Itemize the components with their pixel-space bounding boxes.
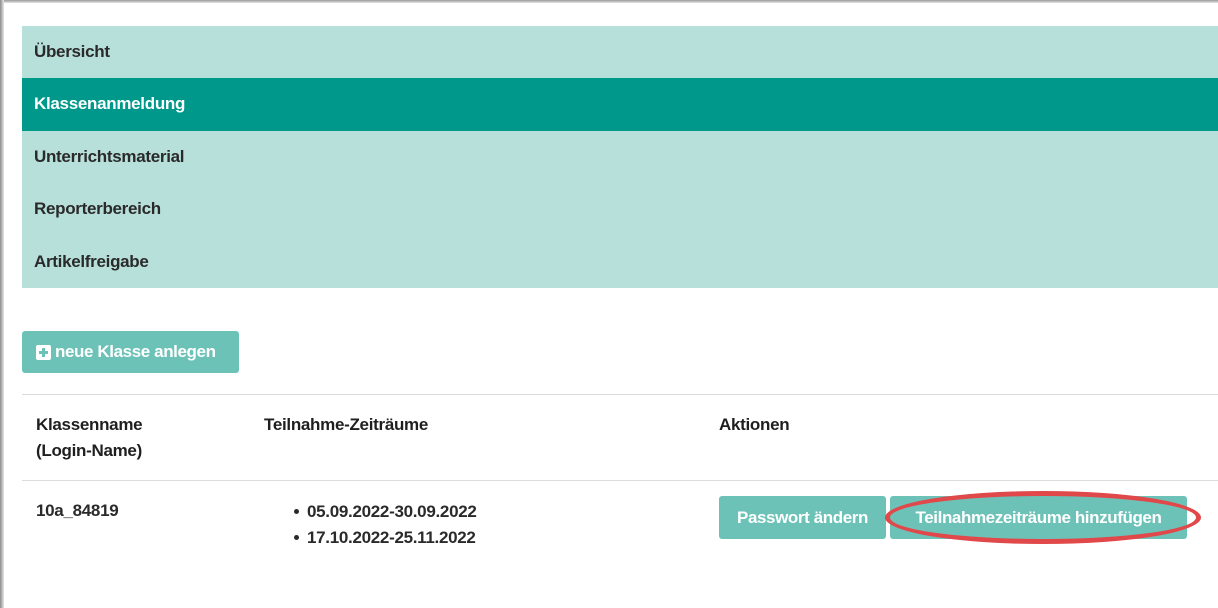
- period-item: 05.09.2022-30.09.2022: [290, 499, 477, 525]
- change-password-button[interactable]: Passwort ändern: [719, 496, 886, 539]
- table-row-class-name: 10a_84819: [36, 501, 119, 520]
- column-header-class-name: Klassenname (Login-Name): [36, 412, 143, 464]
- bullet-icon: [294, 535, 299, 540]
- nav-item-artikelfreigabe[interactable]: Artikelfreigabe: [22, 236, 1218, 288]
- screenshot-top-edge: [0, 0, 1218, 3]
- nav-item-reporterbereich[interactable]: Reporterbereich: [22, 183, 1218, 235]
- table-top-divider: [22, 394, 1218, 395]
- main-navigation: Übersicht Klassenanmeldung Unterrichtsma…: [22, 26, 1218, 288]
- plus-square-icon: [36, 344, 51, 360]
- add-class-button[interactable]: neue Klasse anlegen: [22, 331, 239, 373]
- participation-period-list: 05.09.2022-30.09.2022 17.10.2022-25.11.2…: [290, 499, 477, 551]
- period-text: 17.10.2022-25.11.2022: [307, 528, 476, 547]
- nav-item-uebersicht[interactable]: Übersicht: [22, 26, 1218, 78]
- column-header-class-name-line1: Klassenname: [36, 415, 143, 434]
- screenshot-left-edge: [0, 0, 4, 608]
- period-text: 05.09.2022-30.09.2022: [307, 502, 477, 521]
- period-item: 17.10.2022-25.11.2022: [290, 525, 477, 551]
- column-header-class-name-line2: (Login-Name): [36, 441, 142, 460]
- add-periods-button[interactable]: Teilnahmezeiträume hinzufügen: [890, 496, 1187, 539]
- table-header-divider: [22, 480, 1218, 481]
- column-header-periods: Teilnahme-Zeiträume: [264, 415, 429, 434]
- nav-item-unterrichtsmaterial[interactable]: Unterrichtsmaterial: [22, 131, 1218, 183]
- nav-item-klassenanmeldung[interactable]: Klassenanmeldung: [22, 78, 1218, 131]
- column-header-actions: Aktionen: [719, 415, 790, 434]
- add-class-label: neue Klasse anlegen: [55, 342, 216, 361]
- bullet-icon: [294, 509, 299, 514]
